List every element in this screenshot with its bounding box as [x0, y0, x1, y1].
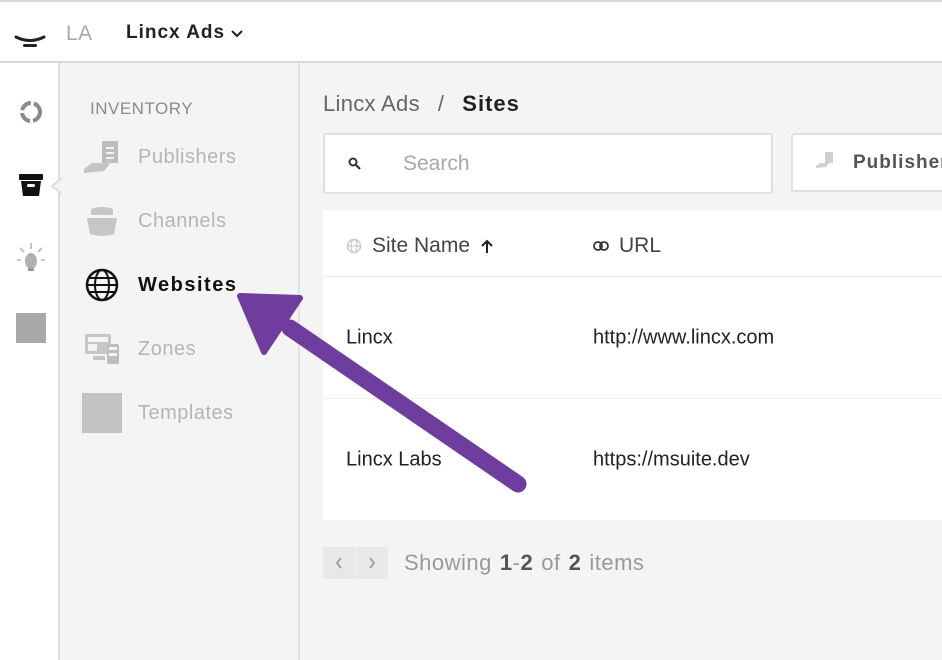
page-title: Sites	[462, 91, 520, 116]
url-cell: https://msuite.dev	[593, 448, 750, 470]
site-name-cell: Lincx	[346, 326, 393, 348]
site-name-cell: Lincx Labs	[346, 448, 442, 470]
sidebar-item-label: Websites	[138, 273, 238, 296]
top-bar: LA Lincx Ads	[0, 0, 942, 63]
inventory-box-icon[interactable]	[14, 167, 48, 201]
pagination-suffix: items	[589, 550, 645, 575]
globe-icon	[346, 238, 362, 254]
sidebar-item-label: Zones	[138, 337, 197, 360]
sidebar-item-zones[interactable]: Zones	[82, 327, 282, 371]
column-header-label: URL	[619, 234, 662, 257]
sites-table: Site Name URL Lincx http://www.lincx.com…	[323, 210, 942, 520]
breadcrumb-root[interactable]: Lincx Ads	[323, 91, 420, 117]
column-header-site-name[interactable]: Site Name	[346, 234, 494, 258]
table-row[interactable]: Lincx http://www.lincx.com	[323, 276, 942, 398]
active-indicator-notch	[50, 178, 62, 194]
publisher-hand-icon	[815, 151, 835, 174]
inventory-sidebar: INVENTORY Publishers Channels Websites Z…	[60, 63, 300, 660]
link-icon	[593, 241, 609, 251]
channels-stack-icon	[82, 201, 122, 241]
placeholder-square-icon[interactable]	[14, 311, 48, 345]
sidebar-item-label: Channels	[138, 209, 227, 232]
search-input[interactable]	[403, 151, 763, 176]
chevron-down-icon	[231, 30, 243, 38]
lightbulb-icon[interactable]	[14, 241, 48, 275]
main-content: Lincx Ads / Sites Publishers Site Name U…	[300, 63, 942, 660]
chevron-right-icon	[369, 557, 376, 569]
pagination-summary: Showing 1-2 of 2 items	[404, 550, 644, 576]
zones-layout-icon	[82, 329, 122, 369]
template-placeholder-icon	[82, 393, 122, 433]
prev-page-button[interactable]	[323, 547, 355, 579]
pagination-prefix: Showing	[404, 550, 492, 575]
icon-rail	[0, 63, 60, 660]
range-end: 2	[520, 550, 534, 575]
range-start: 1	[499, 550, 513, 575]
sidebar-item-channels[interactable]: Channels	[82, 199, 282, 243]
org-abbreviation: LA	[66, 22, 93, 45]
pagination-of: of	[541, 550, 561, 575]
hamburger-menu-icon[interactable]	[14, 28, 46, 50]
column-header-label: Site Name	[372, 234, 471, 257]
globe-icon	[82, 265, 122, 305]
pagination: Showing 1-2 of 2 items	[323, 547, 644, 579]
sidebar-item-publishers[interactable]: Publishers	[82, 135, 282, 179]
sidebar-section-title: INVENTORY	[90, 99, 194, 118]
sidebar-item-label: Publishers	[138, 145, 237, 168]
search-box[interactable]	[323, 133, 773, 194]
column-header-url[interactable]: URL	[593, 234, 661, 258]
org-name: Lincx Ads	[126, 22, 226, 43]
pagination-range: 1-2	[500, 550, 533, 576]
chevron-left-icon	[335, 557, 342, 569]
sidebar-item-templates[interactable]: Templates	[82, 391, 282, 435]
url-cell: http://www.lincx.com	[593, 326, 775, 348]
breadcrumb-separator: /	[437, 91, 445, 116]
publishers-filter-button[interactable]: Publishers	[791, 133, 942, 192]
next-page-button[interactable]	[356, 547, 388, 579]
sidebar-item-label: Templates	[138, 401, 234, 424]
sidebar-item-websites[interactable]: Websites	[82, 263, 282, 307]
publisher-hand-icon	[82, 137, 122, 177]
search-icon	[325, 157, 385, 171]
pagination-total: 2	[568, 550, 582, 575]
table-header: Site Name URL	[323, 210, 942, 285]
org-switcher[interactable]: Lincx Ads	[126, 22, 243, 44]
breadcrumb: Lincx Ads / Sites	[323, 91, 520, 117]
table-row[interactable]: Lincx Labs https://msuite.dev	[323, 398, 942, 520]
ring-icon[interactable]	[14, 95, 48, 129]
publishers-filter-label: Publishers	[853, 151, 942, 173]
sort-ascending-icon[interactable]	[480, 238, 494, 254]
